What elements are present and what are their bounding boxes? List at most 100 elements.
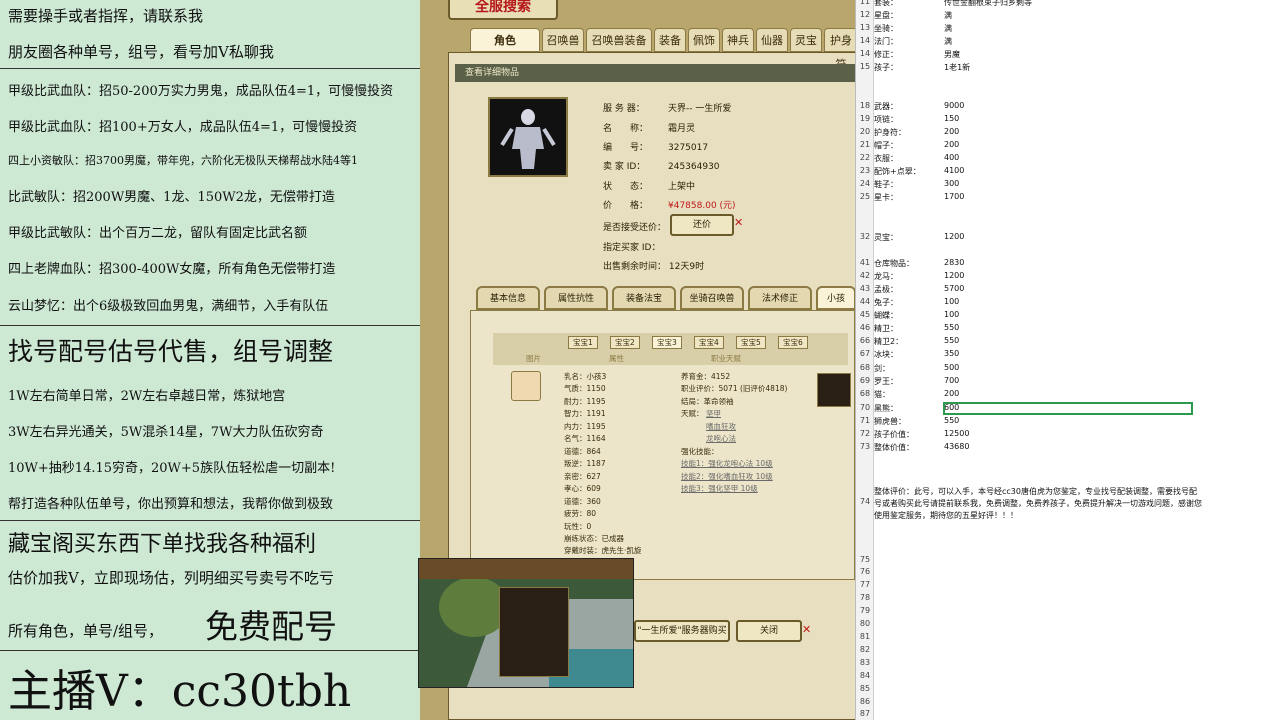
- sheet-row[interactable]: 11 套装： 传世金翻根束子归乡剩等: [856, 0, 1280, 10]
- sheet-row[interactable]: 72 孩子价值： 12500: [856, 429, 1280, 442]
- sheet-row[interactable]: 81: [856, 632, 1280, 645]
- child-stat: 崩练状态：已成器: [564, 534, 624, 543]
- evaluation-spreadsheet: 11 套装： 传世金翻根束子归乡剩等 12 星盘：满 13 坐骑：满 14 法门：满 14…: [855, 0, 1280, 720]
- server-buy-button[interactable]: "一生所爱"服务器购买: [634, 620, 730, 642]
- scene-toolbar: [419, 559, 633, 579]
- talent-link[interactable]: 坚甲: [706, 408, 721, 419]
- status-value: 上架中: [668, 182, 696, 192]
- skill-link[interactable]: 技能1：强化龙咆心法 10级: [681, 458, 773, 469]
- subtab-mount-pet[interactable]: 坐骑召唤兽: [680, 286, 744, 310]
- sheet-row[interactable]: 32 灵宝： 1200: [856, 232, 1280, 245]
- sheet-row[interactable]: 23 配饰+点翠： 4100: [856, 166, 1280, 179]
- info-line: 甲级比武血队：招100+万女人，成品队伍4=1，可慢慢投资: [8, 120, 358, 135]
- sheet-row[interactable]: 13 坐骑：满: [856, 23, 1280, 36]
- child-stat: 乳名：小孩3: [564, 372, 607, 381]
- sheet-row[interactable]: 43 孟极： 5700: [856, 284, 1280, 297]
- child-stat: 玩性：0: [564, 522, 592, 531]
- sheet-row[interactable]: 44 兔子： 100: [856, 297, 1280, 310]
- seller-label: 卖 家 ID：: [603, 162, 646, 172]
- sheet-row[interactable]: 19 项链： 150: [856, 114, 1280, 127]
- child-stat: 孝心：609: [564, 484, 601, 493]
- baby-tab-6[interactable]: 宝宝6: [778, 336, 808, 349]
- skill-link[interactable]: 技能3：强化坚甲 10级: [681, 483, 758, 494]
- sheet-row[interactable]: 73 整体价值： 43680: [856, 442, 1280, 455]
- price-label: 价 格：: [603, 201, 649, 211]
- tab-spirit-treasure[interactable]: 灵宝: [790, 28, 822, 52]
- tab-pet-equip[interactable]: 召唤兽装备: [586, 28, 652, 52]
- buyer-label: 指定买家 ID：: [603, 243, 661, 253]
- sheet-row[interactable]: 80: [856, 619, 1280, 632]
- sheet-row[interactable]: 84: [856, 671, 1280, 684]
- tab-divine-weapon[interactable]: 神兵: [722, 28, 754, 52]
- subtab-resist[interactable]: 属性抗性: [544, 286, 608, 310]
- tab-role[interactable]: 角色: [470, 28, 540, 52]
- child-info-panel: 小孩 宝宝1 宝宝2 宝宝3 宝宝4 宝宝5 宝宝6 图片 属性 职业天赋 乳名…: [470, 310, 855, 580]
- sheet-row[interactable]: 18 武器： 9000: [856, 101, 1280, 114]
- sheet-row[interactable]: 77: [856, 580, 1280, 593]
- sheet-row[interactable]: 76: [856, 567, 1280, 580]
- subtab-equip-treasure[interactable]: 装备法宝: [612, 286, 676, 310]
- tab-accessory[interactable]: 佩饰: [688, 28, 720, 52]
- sheet-row[interactable]: 79: [856, 606, 1280, 619]
- sheet-row[interactable]: 68 猫： 200: [856, 389, 1280, 402]
- child-stat: 穿戴时装：虎先生·凯旋: [564, 546, 642, 555]
- child-stat: 道德：360: [564, 497, 601, 506]
- sheet-row[interactable]: 42 龙马： 1200: [856, 271, 1280, 284]
- baby-tab-1[interactable]: 宝宝1: [568, 336, 598, 349]
- child-ending: 结局：革命领袖: [681, 397, 734, 406]
- bargain-button[interactable]: 还价: [670, 214, 734, 236]
- info-line: 3W左右异光通关，5W混杀14星，7W大力队伍砍穷奇: [8, 425, 324, 440]
- sheet-row[interactable]: 85: [856, 684, 1280, 697]
- sheet-row[interactable]: 25 星卡： 1700: [856, 192, 1280, 205]
- info-headline: 藏宝阁买东西下单找我各种福利: [8, 532, 317, 557]
- sheet-row[interactable]: 66 精卫2： 550: [856, 336, 1280, 349]
- sheet-row[interactable]: 21 帽子： 200: [856, 140, 1280, 153]
- sheet-row[interactable]: 46 精卫： 550: [856, 323, 1280, 336]
- baby-tab-5[interactable]: 宝宝5: [736, 336, 766, 349]
- info-line: 1W左右简单日常，2W左右卓越日常，炼狱地宫: [8, 389, 286, 404]
- sheet-row[interactable]: 71 狮虎兽： 550: [856, 416, 1280, 429]
- overall-evaluation-note[interactable]: 整体评价：此号，可以入手，本号经cc30唐伯虎为您鉴定，专业找号配装调整，需要找…: [874, 486, 1204, 522]
- sheet-row[interactable]: 82: [856, 645, 1280, 658]
- skill-link[interactable]: 技能2：强化嗜血狂攻 10级: [681, 471, 773, 482]
- sheet-row[interactable]: 87: [856, 709, 1280, 722]
- info-line: 朋友圈各种单号，组号，看号加V私聊我: [8, 43, 274, 61]
- baby-tab-4[interactable]: 宝宝4: [694, 336, 724, 349]
- name-label: 名 称：: [603, 124, 649, 134]
- tab-equip[interactable]: 装备: [654, 28, 686, 52]
- window-title: 全服搜索: [448, 0, 558, 20]
- streamer-info-panel: 需要操手或者指挥，请联系我 朋友圈各种单号，组号，看号加V私聊我 甲级比武血队：…: [0, 0, 420, 720]
- sheet-row[interactable]: 45 蝴蝶： 100: [856, 310, 1280, 323]
- sheet-row[interactable]: 83: [856, 658, 1280, 671]
- selected-cell[interactable]: [943, 402, 1193, 415]
- sheet-row[interactable]: 68 剑： 500: [856, 363, 1280, 376]
- close-icon[interactable]: ✕: [734, 216, 743, 229]
- sheet-row[interactable]: 22 衣服： 400: [856, 153, 1280, 166]
- baby-tab-3[interactable]: 宝宝3: [652, 336, 682, 349]
- info-headline: 找号配号估号代售，组号调整: [8, 337, 334, 366]
- close-icon[interactable]: ✕: [802, 623, 811, 636]
- subtab-spell[interactable]: 法术修正: [748, 286, 812, 310]
- info-line: 比武敏队：招200W男魔、1龙、150W2龙，无偿带打造: [8, 190, 335, 205]
- subtab-basic-info[interactable]: 基本信息: [476, 286, 540, 310]
- divider: [0, 68, 420, 69]
- tab-pet[interactable]: 召唤兽: [542, 28, 584, 52]
- server-label: 服 务 器：: [603, 104, 645, 114]
- close-button[interactable]: 关闭: [736, 620, 802, 642]
- sheet-row[interactable]: 20 护身符： 200: [856, 127, 1280, 140]
- sheet-row[interactable]: 69 罗王： 700: [856, 376, 1280, 389]
- sheet-row[interactable]: 67 冰块： 350: [856, 349, 1280, 362]
- baby-tab-2[interactable]: 宝宝2: [610, 336, 640, 349]
- talent-link[interactable]: 龙咆心法: [706, 433, 736, 444]
- sheet-row[interactable]: 12 星盘：满: [856, 10, 1280, 23]
- bargain-label: 是否接受还价：: [603, 223, 667, 233]
- sheet-row[interactable]: 41 仓库物品： 2830: [856, 258, 1280, 271]
- subtab-child[interactable]: 小孩: [816, 286, 855, 310]
- talent-link[interactable]: 嗜血狂攻: [706, 421, 736, 432]
- sheet-row[interactable]: 78: [856, 593, 1280, 606]
- server-value: 天界-- 一生所爱: [668, 104, 732, 114]
- tab-immortal[interactable]: 仙器: [756, 28, 788, 52]
- skill-label: 强化技能：: [681, 447, 719, 456]
- tab-amulet[interactable]: 护身符: [824, 28, 855, 71]
- sheet-row[interactable]: 24 鞋子： 300: [856, 179, 1280, 192]
